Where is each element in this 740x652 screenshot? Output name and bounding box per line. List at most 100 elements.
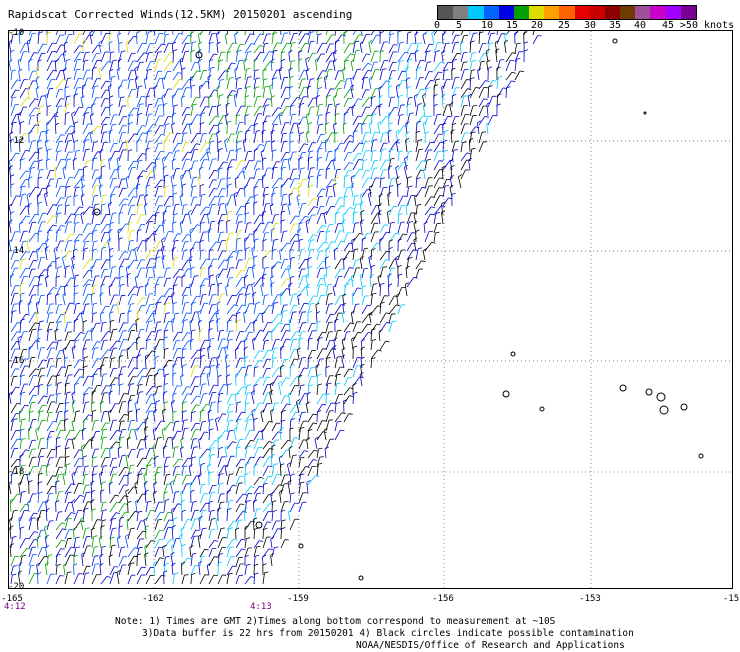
wind-barb <box>164 133 170 143</box>
wind-barb-flag <box>409 222 413 223</box>
wind-barb-flag <box>416 230 420 232</box>
wind-barb <box>137 298 143 305</box>
wind-barb-flag <box>432 31 435 33</box>
wind-barb-flag <box>184 295 188 296</box>
wind-barb <box>56 341 58 351</box>
wind-barb <box>398 222 401 233</box>
wind-barb-flag <box>283 194 287 195</box>
wind-barb-flag <box>410 113 414 114</box>
wind-barb <box>425 116 428 125</box>
wind-barb <box>371 178 376 188</box>
wind-barb-flag <box>49 88 53 89</box>
wind-barb <box>119 296 121 305</box>
wind-barb-flag <box>252 125 256 126</box>
wind-barb-flag <box>110 52 114 53</box>
wind-barb-flag <box>49 493 53 494</box>
wind-barb-flag <box>133 197 137 198</box>
wind-barb-flag <box>16 90 20 91</box>
wind-barb-flag <box>115 495 119 496</box>
scale-swatch-1 <box>453 6 468 19</box>
wind-barb-flag <box>247 446 251 447</box>
wind-barb-flag <box>229 420 233 421</box>
wind-barb <box>38 376 40 386</box>
wind-barb <box>63 295 65 305</box>
wind-barb <box>110 420 113 431</box>
wind-barb <box>128 205 131 215</box>
wind-barb <box>353 304 356 314</box>
wind-barb <box>92 250 93 260</box>
wind-barb-flag <box>471 70 475 71</box>
wind-barb-flag <box>355 195 359 196</box>
wind-barb-flag <box>43 360 47 361</box>
wind-barb <box>218 269 223 278</box>
wind-barb <box>389 62 393 71</box>
wind-barb <box>29 187 35 197</box>
wind-barb-flag <box>300 427 304 428</box>
wind-barb-flag <box>307 481 311 483</box>
wind-barb-flag <box>57 358 61 359</box>
wind-barb <box>398 52 405 62</box>
wind-barb <box>325 125 326 135</box>
wind-barb <box>182 31 183 35</box>
wind-barb-flag <box>274 348 278 349</box>
wind-barb-flag <box>265 86 269 87</box>
wind-barb-flag <box>36 341 40 342</box>
wind-barb <box>155 34 159 45</box>
wind-barb-flag <box>175 421 179 422</box>
wind-barb <box>389 259 395 269</box>
wind-barb <box>226 287 228 296</box>
wind-barb-flag <box>318 384 322 385</box>
wind-barb <box>225 205 227 215</box>
wind-barb <box>272 474 277 485</box>
wind-barb <box>281 78 284 89</box>
wind-barb <box>389 52 393 62</box>
wind-barb <box>191 205 196 215</box>
wind-barb <box>263 466 268 476</box>
wind-barb <box>308 98 313 107</box>
wind-barb-flag <box>418 140 422 141</box>
wind-barb <box>72 403 74 413</box>
wind-barb-flag <box>237 447 241 448</box>
wind-barb-flag <box>364 77 368 78</box>
wind-barb-flag <box>71 126 75 127</box>
wind-barb-flag <box>101 365 105 367</box>
wind-barb <box>29 313 35 323</box>
wind-barb <box>92 178 97 188</box>
scale-swatch-13 <box>635 6 650 19</box>
wind-barb <box>83 492 86 503</box>
wind-barb <box>254 34 260 44</box>
wind-barb <box>317 125 319 134</box>
wind-barb-flag <box>225 139 228 141</box>
wind-barb <box>317 375 318 386</box>
wind-barb <box>306 286 308 296</box>
wind-barb <box>434 188 439 197</box>
wind-barb-flag <box>301 482 305 483</box>
wind-barb <box>20 224 21 233</box>
wind-barb-flag <box>398 184 402 186</box>
wind-barb <box>244 277 245 287</box>
wind-barb-flag <box>164 337 168 338</box>
wind-barb-flag <box>160 125 164 126</box>
wind-barb-flag <box>39 384 43 385</box>
wind-barb-flag <box>310 79 314 80</box>
wind-barb <box>335 89 338 98</box>
wind-barb <box>298 296 299 305</box>
wind-barb <box>360 44 362 54</box>
wind-barb-flag <box>313 296 317 297</box>
wind-barb-flag <box>524 42 528 43</box>
wind-barb <box>56 241 60 251</box>
wind-barb <box>254 215 260 224</box>
wind-barb <box>479 44 483 54</box>
wind-barb <box>407 187 409 197</box>
wind-barb-flag <box>48 385 52 386</box>
wind-barb <box>389 45 394 53</box>
wind-barb <box>181 359 182 368</box>
wind-barb-flag <box>265 267 269 268</box>
wind-barb-flag <box>184 320 188 321</box>
wind-barb <box>191 331 192 341</box>
wind-barb <box>281 142 284 152</box>
wind-barb <box>47 476 52 485</box>
wind-barb-flag <box>84 394 88 395</box>
wind-barb-flag <box>324 242 328 243</box>
wind-barb <box>236 142 237 152</box>
